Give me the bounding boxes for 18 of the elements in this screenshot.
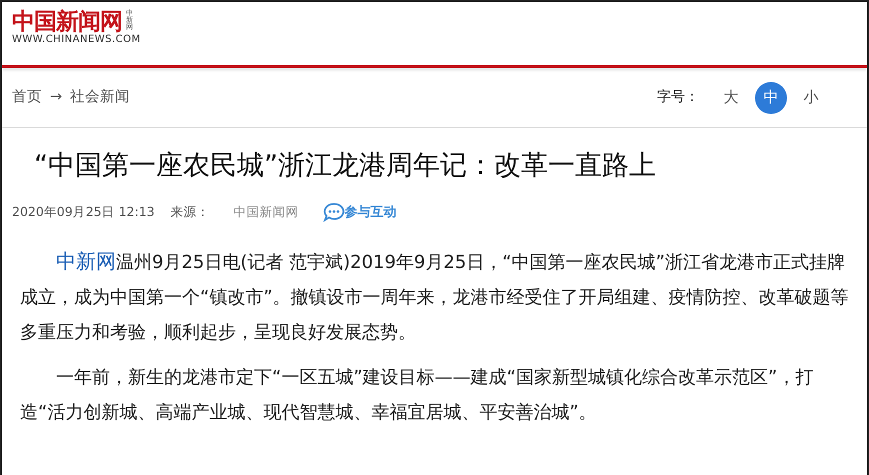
logo-wordmark[interactable]: 中国新闻网 xyxy=(12,10,122,33)
article-paragraph: 一年前，新生的龙港市定下“一区五城”建设目标——建成“国家新型城镇化综合改革示范区”，打造“活力创新城、高端产业城、现代智慧城、幸福宜居城、平安善治城”。 xyxy=(20,366,814,426)
font-size-option[interactable]: 中 xyxy=(755,82,787,114)
interact-link[interactable]: 参与互动 xyxy=(322,202,397,222)
article-title: “中国第一座农民城”浙江龙港周年记：改革一直路上 xyxy=(34,150,657,182)
source-label: 来源： xyxy=(170,203,210,222)
publish-time: 2020年09月25日 12:13 xyxy=(12,203,155,222)
font-size-option[interactable]: 大 xyxy=(715,82,747,114)
site-url: WWW.CHINANEWS.COM xyxy=(12,33,141,46)
home-link[interactable]: 首页 xyxy=(12,86,42,108)
font-size-label: 字号： xyxy=(657,88,699,107)
source-link[interactable]: 中国新闻网 xyxy=(234,203,299,222)
chat-bubble-icon xyxy=(322,202,345,222)
source-link[interactable]: 中新网 xyxy=(56,249,116,274)
breadcrumb-arrow: → xyxy=(50,88,62,107)
article-paragraph: 中新网温州9月25日电(记者 范宇斌)2019年9月25日，“中国第一座农民城”浙江省龙港市正式挂牌成立，成为中国第一个“镇改市”。撤镇设市一周年来，龙港市经受住了开局组建、疫情防控、改革破题等多重压力和考验，顺利起步，呈现良好发展态势。 xyxy=(20,248,850,346)
section-link[interactable]: 社会新闻 xyxy=(70,86,130,108)
font-size-option[interactable]: 小 xyxy=(795,82,827,114)
